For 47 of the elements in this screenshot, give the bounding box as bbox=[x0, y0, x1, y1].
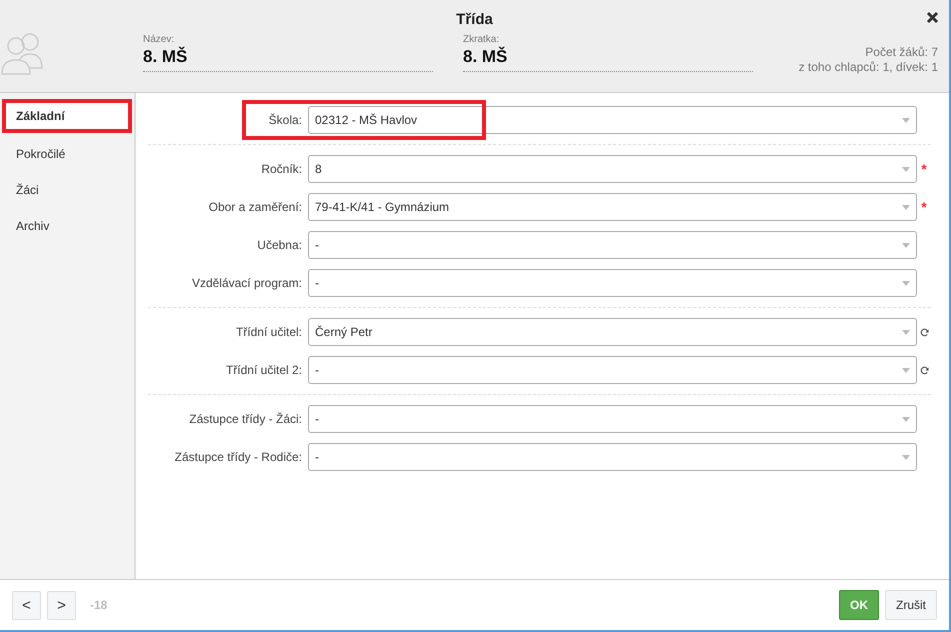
required-mark: * bbox=[921, 161, 927, 177]
select-field[interactable]: 79-41-K/41 - Gymnázium bbox=[308, 193, 917, 221]
record-number: -18 bbox=[90, 598, 108, 612]
sidebar-item[interactable]: Pokročilé bbox=[0, 139, 134, 169]
select-field[interactable]: 8 bbox=[308, 155, 917, 183]
sidebar-item[interactable]: Žáci bbox=[0, 175, 134, 205]
sidebar-item[interactable]: Archiv bbox=[0, 211, 134, 241]
stat-text: z toho chlapců: 1, dívek: 1 bbox=[798, 60, 938, 75]
dropdown-caret-icon[interactable] bbox=[902, 166, 910, 172]
dropdown-caret-icon[interactable] bbox=[902, 454, 910, 460]
sidebar-item[interactable]: Základní bbox=[2, 99, 132, 133]
select-field[interactable]: Černý Petr bbox=[308, 318, 917, 346]
required-mark: * bbox=[921, 199, 927, 215]
field-label: Učebna: bbox=[257, 238, 302, 252]
select-field[interactable]: - bbox=[308, 269, 917, 297]
field-label: Vzdělávací program: bbox=[192, 276, 302, 290]
field-value: 8. MŠ bbox=[463, 47, 508, 67]
field-label: Třídní učitel 2: bbox=[226, 363, 302, 377]
field-label: Zkratka: bbox=[463, 34, 500, 45]
refresh-icon[interactable] bbox=[920, 328, 928, 336]
dropdown-caret-icon[interactable] bbox=[902, 242, 910, 248]
cancel-button[interactable]: Zrušit bbox=[885, 590, 937, 620]
dropdown-caret-icon[interactable] bbox=[902, 280, 910, 286]
select-field[interactable]: - bbox=[308, 356, 917, 384]
stat-text: Počet žáků: 7 bbox=[864, 45, 938, 60]
field-label: Třídní učitel: bbox=[236, 325, 302, 339]
nav-button[interactable]: > bbox=[47, 590, 76, 620]
field-value: 8. MŠ bbox=[143, 47, 188, 67]
field-label: Škola: bbox=[268, 113, 302, 127]
field-label: Ročník: bbox=[261, 162, 302, 176]
dropdown-caret-icon[interactable] bbox=[902, 330, 910, 334]
field-label: Název: bbox=[143, 34, 176, 45]
select-field[interactable]: - bbox=[308, 405, 917, 433]
refresh-icon[interactable] bbox=[920, 366, 928, 374]
dropdown-caret-icon[interactable] bbox=[902, 204, 910, 210]
select-field[interactable]: 02312 - MŠ Havlov bbox=[308, 106, 917, 134]
dropdown-caret-icon[interactable] bbox=[902, 118, 910, 122]
select-field[interactable]: - bbox=[308, 443, 917, 471]
dropdown-caret-icon[interactable] bbox=[902, 416, 910, 422]
select-field[interactable]: - bbox=[308, 231, 917, 259]
nav-button[interactable]: < bbox=[12, 590, 41, 620]
dropdown-caret-icon[interactable] bbox=[902, 368, 910, 372]
field-label: Obor a zaměření: bbox=[208, 200, 302, 214]
window-title: Třída bbox=[456, 11, 493, 28]
close-icon[interactable] bbox=[926, 11, 939, 24]
field-label: Zástupce třídy - Žáci: bbox=[189, 412, 302, 426]
field-label: Zástupce třídy - Rodiče: bbox=[174, 450, 302, 464]
